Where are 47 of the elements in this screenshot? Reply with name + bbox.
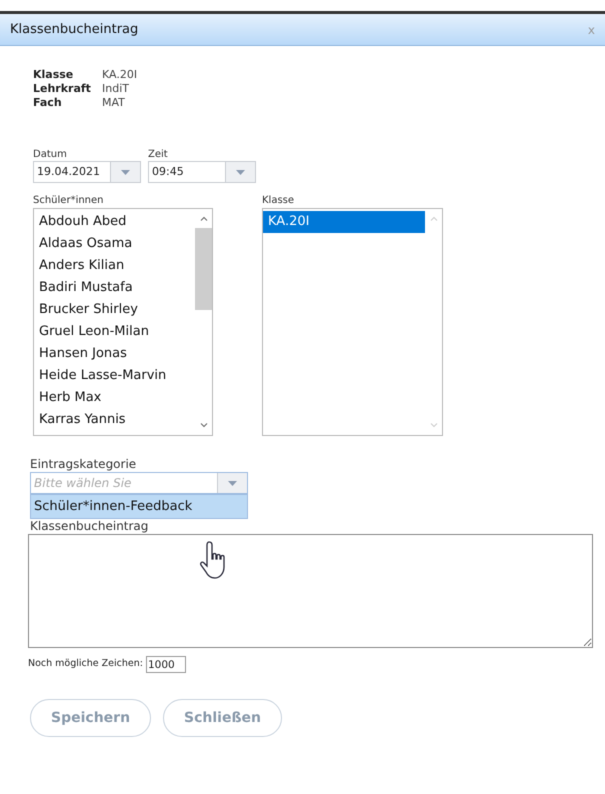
scroll-down-icon xyxy=(200,423,208,428)
scroll-up-icon xyxy=(200,216,208,221)
window-title: Klassenbucheintrag xyxy=(10,20,138,39)
caret-icon xyxy=(236,170,245,174)
list-item[interactable]: Badiri Mustafa xyxy=(34,277,195,299)
caret-icon xyxy=(228,480,237,486)
list-box[interactable]: KA.20I xyxy=(262,208,443,436)
list-box[interactable]: Abdouh Abed Aldaas Osama Anders Kilian Badiri Mustafa Brucker Shirley Gruel Leon-Milan Hansen Jonas Heide Lasse-Marvin Herb Max Karras Yannis xyxy=(33,208,213,436)
entry-text-area[interactable] xyxy=(28,534,593,648)
info-label: Lehrkraft xyxy=(33,82,92,96)
info-value: KA.20I xyxy=(102,68,138,82)
info-value: MAT xyxy=(102,96,126,110)
remaining-chars-label: Noch mögliche Zeichen: xyxy=(28,657,143,672)
list-item[interactable]: KA.20I xyxy=(263,211,425,233)
dropdown-arrow-button[interactable] xyxy=(225,162,255,182)
caret-icon xyxy=(121,170,130,174)
field-value: 19.04.2021 xyxy=(36,164,101,180)
category-field[interactable]: Bitte wählen Sie xyxy=(31,474,217,492)
list-item[interactable]: Gruel Leon-Milan xyxy=(34,321,195,343)
info-value: IndiT xyxy=(102,82,130,96)
list-label: Schüler*innen xyxy=(33,194,105,208)
list-item[interactable]: Hansen Jonas xyxy=(34,343,195,365)
list-label: Klasse xyxy=(262,194,296,208)
list-item[interactable]: Aldaas Osama xyxy=(34,233,195,255)
field-label: Datum xyxy=(33,148,68,161)
scroll-up-icon xyxy=(430,216,438,221)
field-value: 09:45 xyxy=(151,164,185,180)
list-item[interactable]: Karras Yannis xyxy=(34,409,195,431)
info-label: Klasse xyxy=(33,68,74,82)
list-item[interactable]: Abdouh Abed xyxy=(34,211,195,233)
remaining-chars-field[interactable]: 1000 xyxy=(146,656,186,673)
dropdown-arrow-button[interactable] xyxy=(110,162,140,182)
list-item[interactable]: Herb Max xyxy=(34,387,195,409)
dropdown-option[interactable]: Schüler*innen-Feedback xyxy=(31,495,247,518)
combo-field[interactable]: 19.04.2021 xyxy=(33,161,141,183)
category-dropdown[interactable]: Bitte wählen Sie xyxy=(30,472,248,494)
combo-field[interactable]: 09:45 xyxy=(148,161,256,183)
list-item[interactable]: Brucker Shirley xyxy=(34,299,195,321)
list-item[interactable]: Heide Lasse-Marvin xyxy=(34,365,195,387)
dropdown-arrow-button[interactable] xyxy=(217,473,247,493)
field-label: Eintragskategorie xyxy=(30,456,138,472)
field-label: Klassenbucheintrag xyxy=(30,518,150,534)
scroll-thumb[interactable] xyxy=(195,228,212,310)
scroll-down-icon xyxy=(430,423,438,428)
list-item[interactable]: Anders Kilian xyxy=(34,255,195,277)
info-label: Fach xyxy=(33,96,63,110)
field-label: Zeit xyxy=(148,148,169,161)
